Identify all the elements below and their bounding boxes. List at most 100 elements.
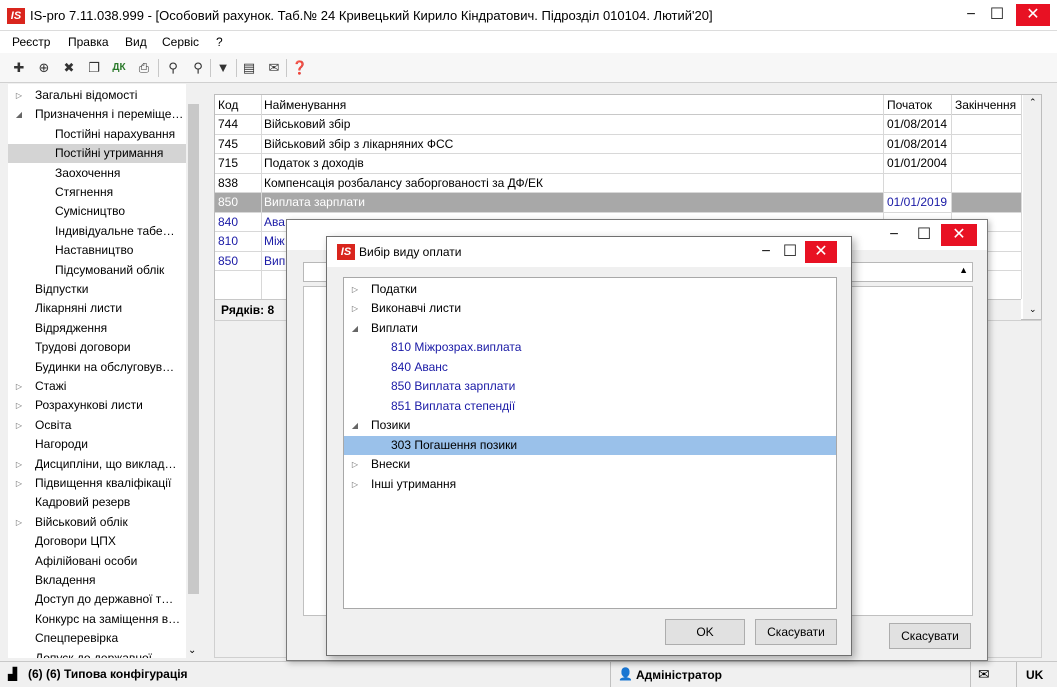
nav-scrollbar[interactable]: ⌄ xyxy=(186,84,201,658)
nav-scrollbar-thumb[interactable] xyxy=(188,104,199,594)
cancel-button[interactable]: Скасувати xyxy=(755,619,837,645)
menu-service[interactable]: Сервіс xyxy=(162,35,199,49)
expanded-icon[interactable]: ◢ xyxy=(14,105,24,124)
col-header-end[interactable]: Закінчення xyxy=(955,98,1016,112)
scroll-up-icon[interactable]: ⌃ xyxy=(1029,97,1037,108)
help-icon[interactable]: ❓ xyxy=(289,57,311,79)
tree-item[interactable]: Сумісництво xyxy=(8,202,186,221)
tree-item[interactable]: ▷ Військовий облік xyxy=(8,513,186,532)
expand-icon[interactable]: ▷ xyxy=(350,299,360,319)
bg-minimize-button[interactable]: − xyxy=(879,224,909,246)
grid-scrollbar[interactable]: ⌃ ⌄ xyxy=(1023,95,1041,319)
tree-item[interactable]: Доступ до державної т… xyxy=(8,590,186,609)
bg-cancel-button[interactable]: Скасувати xyxy=(889,623,971,649)
tree-item[interactable]: Допуск до державної… xyxy=(8,649,186,658)
tree-item[interactable]: ▷ Підвищення кваліфікації xyxy=(8,474,186,493)
table-row[interactable]: 850 Виплата зарплати 01/01/2019 xyxy=(215,193,1021,213)
table-row[interactable]: 744 Військовий збір 01/08/2014 xyxy=(215,115,1021,135)
tree-item[interactable]: ▷ Освіта xyxy=(8,416,186,435)
tree-item[interactable]: Кадровий резерв xyxy=(8,493,186,512)
bg-close-button[interactable]: ✕ xyxy=(941,224,977,246)
payment-tree-item[interactable]: 851 Виплата степендії xyxy=(344,397,836,417)
tree-item[interactable]: Будинки на обслуговув… xyxy=(8,358,186,377)
copy-icon[interactable]: ❐ xyxy=(83,57,105,79)
maximize-button[interactable]: ☐ xyxy=(982,4,1012,26)
payment-tree-item[interactable]: ▷ Інші утримання xyxy=(344,475,836,495)
tree-item[interactable]: ▷ Дисципліни, що виклад… xyxy=(8,455,186,474)
payment-tree-item[interactable]: 840 Аванс xyxy=(344,358,836,378)
tree-item[interactable]: Наставництво xyxy=(8,241,186,260)
payment-tree-item[interactable]: ◢ Виплати xyxy=(344,319,836,339)
payment-tree-item[interactable]: 850 Виплата зарплати xyxy=(344,377,836,397)
tree-item[interactable]: Конкурс на заміщення в… xyxy=(8,610,186,629)
dk-icon[interactable]: ДК xyxy=(108,57,130,79)
tree-item[interactable]: Стягнення xyxy=(8,183,186,202)
tree-item[interactable]: ◢ Призначення і переміще… xyxy=(8,105,186,124)
expand-icon[interactable]: ▷ xyxy=(14,377,24,396)
menu-registry[interactable]: Реєстр xyxy=(12,35,50,49)
col-header-code[interactable]: Код xyxy=(218,98,238,112)
delete-icon[interactable]: ✖ xyxy=(58,57,80,79)
table-row[interactable]: 715 Податок з доходів 01/01/2004 xyxy=(215,154,1021,174)
expand-icon[interactable]: ▷ xyxy=(350,475,360,495)
ok-button[interactable]: OK xyxy=(665,619,745,645)
tree-item[interactable]: Вкладення xyxy=(8,571,186,590)
expand-icon[interactable]: ▷ xyxy=(14,474,24,493)
tree-item[interactable]: Відрядження xyxy=(8,319,186,338)
close-button[interactable]: ✕ xyxy=(1016,4,1050,26)
expand-icon[interactable]: ▷ xyxy=(14,513,24,532)
scroll-down-icon[interactable]: ⌄ xyxy=(1029,304,1037,315)
expand-icon[interactable]: ▷ xyxy=(14,396,24,415)
chevron-up-icon[interactable]: ▲ xyxy=(959,265,968,275)
tree-item[interactable]: Договори ЦПХ xyxy=(8,532,186,551)
dialog-maximize-button[interactable]: ☐ xyxy=(775,241,805,263)
bg-maximize-button[interactable]: ☐ xyxy=(909,224,939,246)
payment-tree-item[interactable]: ◢ Позики xyxy=(344,416,836,436)
doc-icon[interactable]: ▤ xyxy=(238,57,260,79)
status-lang[interactable]: UK xyxy=(1026,668,1043,682)
tree-item[interactable]: Відпустки xyxy=(8,280,186,299)
table-row[interactable]: 838 Компенсація розбалансу заборгованості… xyxy=(215,174,1021,193)
tree-item[interactable]: Трудові договори xyxy=(8,338,186,357)
new-icon[interactable]: ✚ xyxy=(8,57,30,79)
tree-item[interactable]: Постійні утримання xyxy=(8,144,186,164)
menu-view[interactable]: Вид xyxy=(125,35,147,49)
payment-tree-item[interactable]: 303 Погашення позики xyxy=(344,435,836,456)
tree-item[interactable]: Лікарняні листи xyxy=(8,299,186,318)
payment-tree-item[interactable]: 810 Міжрозрах.виплата xyxy=(344,338,836,358)
menu-help[interactable]: ? xyxy=(216,35,223,49)
tree-item[interactable]: Постійні нарахування xyxy=(8,125,186,144)
table-row[interactable]: 745 Військовий збір з лікарняних ФСС 01/08… xyxy=(215,135,1021,154)
expand-icon[interactable]: ▷ xyxy=(350,455,360,475)
expanded-icon[interactable]: ◢ xyxy=(350,416,360,436)
payment-tree-item[interactable]: ▷ Податки xyxy=(344,280,836,300)
mail-icon[interactable]: ✉ xyxy=(263,57,285,79)
scroll-down-icon[interactable]: ⌄ xyxy=(188,645,196,656)
tree-item[interactable]: Заохочення xyxy=(8,164,186,183)
dialog-close-button[interactable]: ✕ xyxy=(805,241,837,263)
find-next-icon[interactable]: ⚲ xyxy=(187,57,209,79)
tree-item[interactable]: ▷ Стажі xyxy=(8,377,186,396)
expand-icon[interactable]: ▷ xyxy=(350,280,360,300)
new-child-icon[interactable]: ⊕ xyxy=(33,57,55,79)
expand-icon[interactable]: ▷ xyxy=(14,455,24,474)
tree-item[interactable]: Спецперевірка xyxy=(8,629,186,648)
col-header-start[interactable]: Початок xyxy=(887,98,932,112)
tree-item[interactable]: Індивідуальне табе… xyxy=(8,222,186,241)
col-header-name[interactable]: Найменування xyxy=(264,98,346,112)
print-icon[interactable]: ⎙ xyxy=(133,57,155,79)
payment-tree-item[interactable]: ▷ Виконавчі листи xyxy=(344,299,836,319)
mail-icon[interactable]: ✉ xyxy=(978,666,990,683)
expand-icon[interactable]: ▷ xyxy=(14,416,24,435)
payment-tree-item[interactable]: ▷ Внески xyxy=(344,455,836,475)
tree-item[interactable]: ▷ Загальні відомості xyxy=(8,86,186,105)
tree-item[interactable]: ▷ Розрахункові листи xyxy=(8,396,186,415)
expanded-icon[interactable]: ◢ xyxy=(350,319,360,339)
tree-item[interactable]: Нагороди xyxy=(8,435,186,454)
find-icon[interactable]: ⚲ xyxy=(162,57,184,79)
tree-item[interactable]: Афілійовані особи xyxy=(8,552,186,571)
menu-edit[interactable]: Правка xyxy=(68,35,109,49)
tree-item[interactable]: Підсумований облік xyxy=(8,261,186,280)
expand-icon[interactable]: ▷ xyxy=(14,86,24,105)
filter-icon[interactable]: ▼ xyxy=(212,57,234,79)
